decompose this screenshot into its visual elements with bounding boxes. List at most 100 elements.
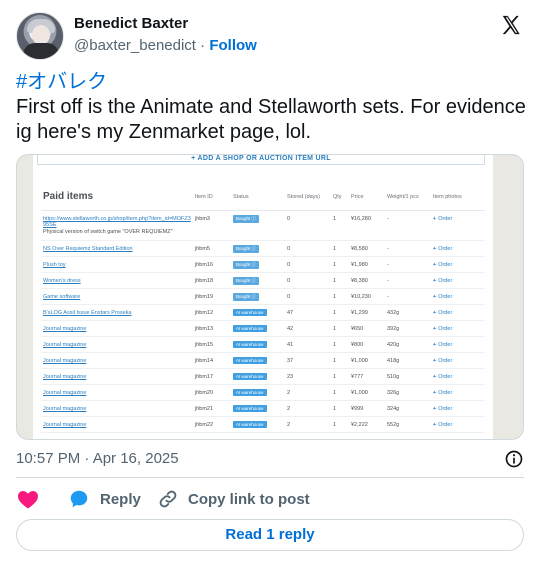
order-label: Order [438,422,453,428]
price: ¥1,980 [351,262,368,268]
item-cell: Plush toy [43,262,191,268]
item-id: jhbm17 [195,374,214,380]
like-button[interactable] [16,487,50,511]
item-cell: B'sLOG Assil Issue Enstars Proseka [43,310,191,316]
order-link[interactable]: + Order [433,342,452,348]
item-link[interactable]: Women's dress [43,278,191,284]
stored-days: 23 [287,374,294,380]
table-body: https://www.stellaworth.co.jp/shop/item.… [41,211,485,433]
item-link[interactable]: NS Over Requiemz Standard Edition [43,246,191,252]
item-cell: Journal magazine [43,422,191,428]
stored-days: 0 [287,216,291,222]
item-id: jhbm14 [195,358,214,364]
col-photos: Item photos [433,194,462,200]
author-name[interactable]: Benedict Baxter [74,15,188,32]
order-link[interactable]: + Order [433,278,452,284]
weight: - [387,246,389,252]
weight: - [387,294,389,300]
order-link[interactable]: + Order [433,246,452,252]
order-link[interactable]: + Order [433,216,452,222]
quantity: 1 [333,262,337,268]
author-handle-line: @baxter_benedict · Follow [74,37,257,54]
copy-link-button[interactable]: Copy link to post [158,487,310,511]
col-weight: Weight/1 pcs [387,194,419,200]
order-link[interactable]: + Order [433,294,452,300]
paid-items-table: Item ID Status Stored (days) Qty Price W… [41,185,485,433]
plus-icon: + [433,374,437,380]
quantity: 1 [333,278,337,284]
hashtag-link[interactable]: #オバレク [16,70,526,95]
weight: 510g [387,374,400,380]
order-link[interactable]: + Order [433,310,452,316]
table-row: Journal magazine jhbm21 2 1 ¥999 324g At wareh… [41,401,485,417]
price: ¥8,380 [351,278,368,284]
stored-days: 2 [287,390,291,396]
order-link[interactable]: + Order [433,326,452,332]
quantity: 1 [333,310,337,316]
order-link[interactable]: + Order [433,406,452,412]
item-cell: https://www.stellaworth.co.jp/shop/item.… [43,216,191,235]
item-id: jhbm16 [195,262,214,268]
item-link[interactable]: Journal magazine [43,406,191,412]
item-link[interactable]: Journal magazine [43,374,191,380]
price: ¥1,299 [351,310,368,316]
col-stored: Stored (days) [287,194,321,200]
x-logo-icon[interactable] [500,14,522,36]
order-link[interactable]: + Order [433,422,452,428]
plus-icon: + [433,278,437,284]
stored-days: 42 [287,326,294,332]
tweet-header: Benedict Baxter @baxter_benedict · Follo… [16,12,524,60]
order-label: Order [438,246,453,252]
item-link[interactable]: Plush toy [43,262,191,268]
reply-button[interactable]: Reply [68,487,141,511]
avatar[interactable] [16,12,64,60]
timestamp[interactable]: 10:57 PM · Apr 16, 2025 [16,450,179,467]
price: ¥8,580 [351,246,368,252]
item-cell: Journal magazine [43,390,191,396]
table-row: Game software jhbm19 0 1 ¥10,230 - Bought ⓘ + Or… [41,289,485,305]
order-link[interactable]: + Order [433,262,452,268]
info-icon[interactable] [504,449,524,469]
follow-button[interactable]: Follow [209,37,257,54]
col-qty: Qty [333,194,342,200]
item-cell: Journal magazine [43,326,191,332]
item-link[interactable]: https://www.stellaworth.co.jp/shop/item.… [43,216,191,228]
item-link[interactable]: Game software [43,294,191,300]
status-badge: At warehouse [233,357,267,364]
item-id: jhbm13 [195,326,214,332]
stored-days: 0 [287,246,291,252]
tweet-body: First off is the Animate and Stellaworth… [16,96,526,143]
status-badge: At warehouse [233,309,267,316]
order-link[interactable]: + Order [433,358,452,364]
read-replies-button[interactable]: Read 1 reply [16,519,524,551]
item-link[interactable]: B'sLOG Assil Issue Enstars Proseka [43,310,191,316]
item-cell: Game software [43,294,191,300]
table-row: Journal magazine jhbm20 2 1 ¥1,000 326g At war… [41,385,485,401]
status-badge: At warehouse [233,373,267,380]
table-row: https://www.stellaworth.co.jp/shop/item.… [41,211,485,241]
stored-days: 0 [287,294,291,300]
order-label: Order [438,216,453,222]
author-handle[interactable]: @baxter_benedict [74,37,196,54]
item-cell: Journal magazine [43,374,191,380]
price: ¥1,000 [351,390,368,396]
order-link[interactable]: + Order [433,390,452,396]
item-link[interactable]: Journal magazine [43,422,191,428]
weight: 326g [387,390,400,396]
plus-icon: + [433,262,437,268]
weight: - [387,262,389,268]
plus-icon: + [433,246,437,252]
item-link[interactable]: Journal magazine [43,342,191,348]
status-badge: Bought ⓘ [233,277,260,285]
quantity: 1 [333,422,337,428]
order-link[interactable]: + Order [433,374,452,380]
item-link[interactable]: Journal magazine [43,358,191,364]
avatar-face [32,25,50,45]
plus-icon: + [433,294,437,300]
tweet-media[interactable]: + ADD A SHOP OR AUCTION ITEM URL Paid it… [16,154,524,440]
quantity: 1 [333,216,337,222]
weight: 324g [387,406,400,412]
order-label: Order [438,358,453,364]
item-link[interactable]: Journal magazine [43,390,191,396]
item-link[interactable]: Journal magazine [43,326,191,332]
